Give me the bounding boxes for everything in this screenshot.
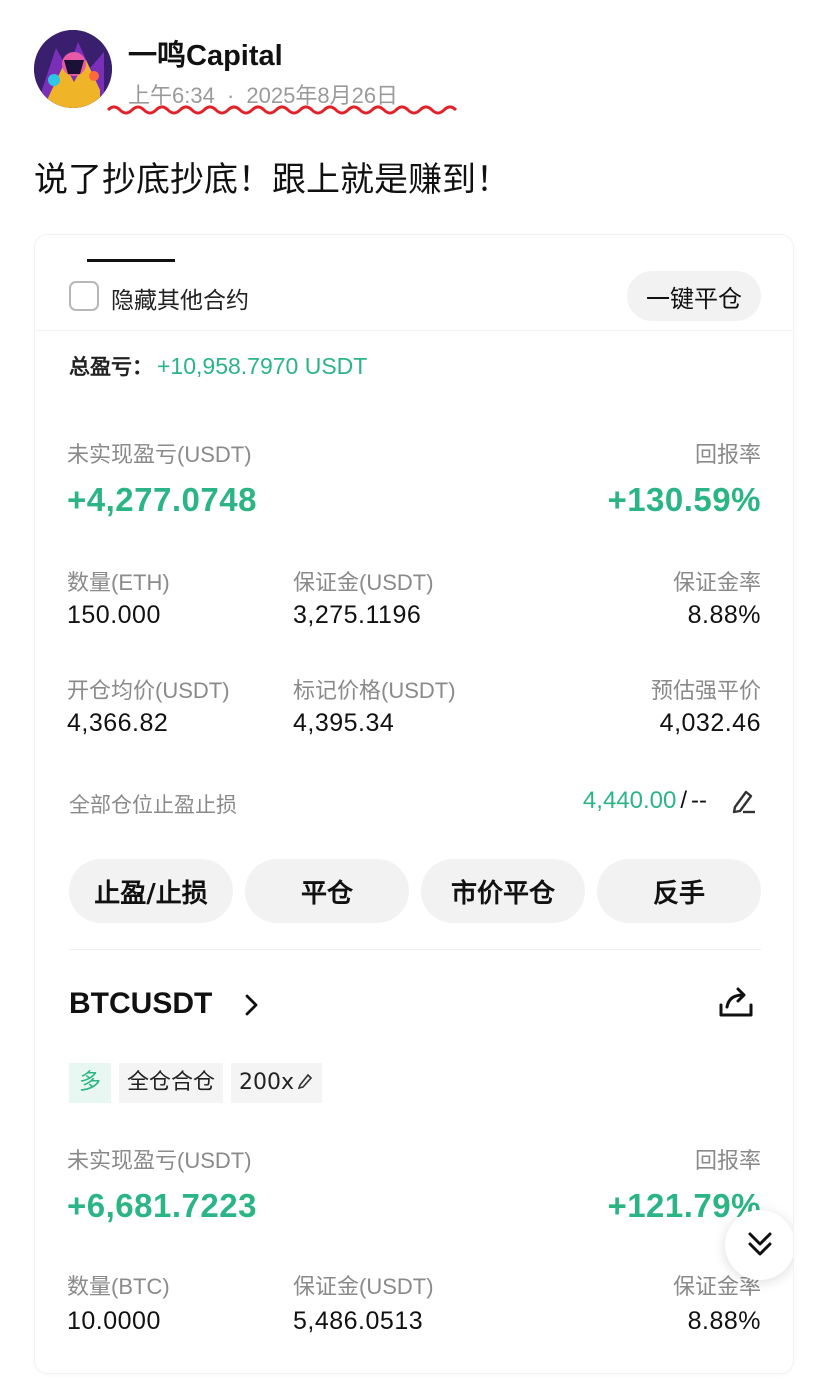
stop-loss-value: -- [691,787,707,814]
post-text: 说了抄底抄底！跟上就是赚到！ [34,160,510,200]
margin-ratio-value: 8.88% [687,601,761,629]
entry-price-label: 开仓均价(USDT) [67,678,230,703]
chevron-right-icon[interactable] [241,991,263,1019]
position-tags: 多 全仓合仓 200x [69,1063,323,1103]
margin-ratio-label: 保证金率 [672,570,761,595]
symbol-name[interactable]: BTCUSDT [69,987,212,1021]
btc-quantity-label: 数量(BTC) [67,1274,170,1299]
active-tab-underline [87,259,175,262]
author-avatar[interactable] [34,30,112,108]
quantity-value: 150.000 [67,601,161,629]
liquidation-price-value: 4,032.46 [659,709,761,737]
leverage-edit-icon [297,1073,313,1090]
margin-label: 保证金(USDT) [293,570,434,595]
total-pnl-label: 总盈亏： [69,355,153,379]
tpsl-button[interactable]: 止盈/止损 [69,859,233,923]
close-all-button[interactable]: 一键平仓 [627,271,761,321]
btc-margin-ratio-value: 8.88% [687,1307,761,1335]
unrealized-pnl-value: +4,277.0748 [67,481,257,518]
side-tag: 多 [69,1063,111,1103]
tpsl-value[interactable]: 4,440.00/-- [583,787,707,815]
roe-value: +130.59% [607,481,761,518]
liquidation-price-label: 预估强平价 [650,678,761,703]
margin-value: 3,275.1196 [293,601,422,629]
leverage-tag[interactable]: 200x [231,1063,323,1103]
tpsl-row: 全部仓位止盈止损 4,440.00/-- [69,787,761,823]
position-actions: 止盈/止损 平仓 市价平仓 反手 [69,859,761,925]
position-divider [69,949,761,950]
reverse-position-button[interactable]: 反手 [597,859,761,923]
entry-price-value: 4,366.82 [67,709,169,737]
symbol-row[interactable]: BTCUSDT [69,987,761,1031]
close-position-button[interactable]: 平仓 [245,859,409,923]
total-pnl: 总盈亏： +10,958.7970 USDT [69,351,367,381]
margin-mode-tag[interactable]: 全仓合仓 [119,1063,224,1103]
hide-others-label[interactable]: 隐藏其他合约 [111,281,249,315]
btc-unrealized-pnl-label: 未实现盈亏(USDT) [67,1148,252,1173]
positions-card: 隐藏其他合约 一键平仓 总盈亏： +10,958.7970 USDT 未实现盈亏(… [34,234,794,1374]
btc-unrealized-pnl-value: +6,681.7223 [67,1187,257,1224]
market-close-button[interactable]: 市价平仓 [421,859,585,923]
total-pnl-value: +10,958.7970 USDT [157,353,368,379]
unrealized-pnl-label: 未实现盈亏(USDT) [67,442,252,467]
edit-icon[interactable] [729,787,757,815]
tpsl-separator: / [680,787,688,814]
btc-margin-value: 5,486.0513 [293,1307,424,1335]
scroll-down-button[interactable] [725,1210,793,1280]
author-name[interactable]: 一鸣Capital [128,32,283,74]
double-chevron-down-icon [748,1232,772,1256]
mark-price-value: 4,395.34 [293,709,395,737]
tpsl-label: 全部仓位止盈止损 [69,793,237,817]
leverage-value: 200x [239,1070,295,1095]
mark-price-label: 标记价格(USDT) [293,678,456,703]
red-squiggle-underline [106,105,458,115]
hide-others-checkbox[interactable] [69,281,99,311]
post-header: 一鸣Capital 上午6:34 · 2025年8月26日 [34,28,794,118]
quantity-label: 数量(ETH) [67,570,170,595]
btc-margin-label: 保证金(USDT) [293,1274,434,1299]
btc-roe-label: 回报率 [694,1148,761,1173]
positions-toolbar: 隐藏其他合约 一键平仓 [35,265,793,331]
roe-label: 回报率 [694,442,761,467]
btc-quantity-value: 10.0000 [67,1307,161,1335]
share-icon[interactable] [717,983,755,1021]
take-profit-value: 4,440.00 [582,787,677,814]
